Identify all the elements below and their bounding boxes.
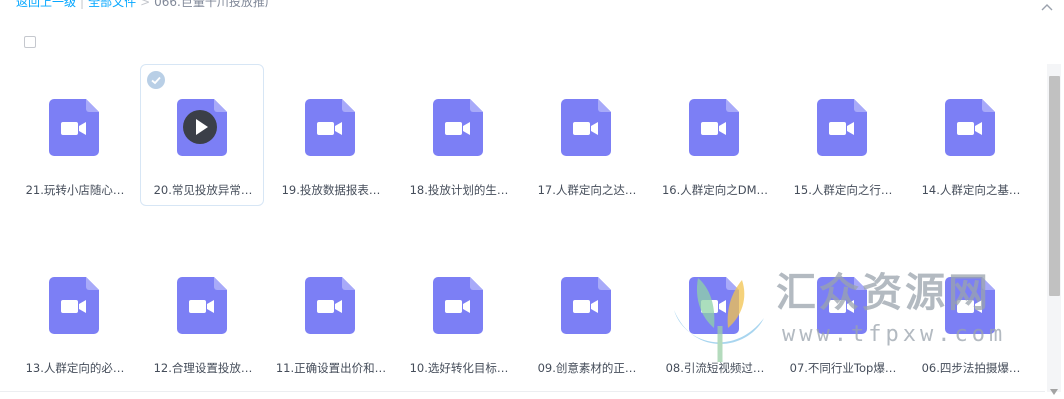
- file-item[interactable]: 17.人群定向之达…: [524, 64, 648, 206]
- file-item[interactable]: 18.投放计划的生…: [396, 64, 520, 206]
- file-item[interactable]: 12.合理设置投放…: [140, 242, 264, 384]
- file-item[interactable]: 20.常见投放异常…: [140, 64, 264, 206]
- select-all-checkbox[interactable]: [24, 36, 36, 48]
- file-item[interactable]: 07.不同行业Top爆…: [780, 242, 904, 384]
- file-item[interactable]: 19.投放数据报表…: [268, 64, 392, 206]
- file-name[interactable]: 11.正确设置出价和…: [269, 361, 393, 375]
- video-file-icon: [177, 277, 227, 334]
- file-name[interactable]: 12.合理设置投放…: [141, 361, 265, 375]
- video-file-icon: [817, 99, 867, 156]
- file-name[interactable]: 19.投放数据报表…: [269, 183, 393, 197]
- file-item[interactable]: 14.人群定向之基…: [908, 64, 1032, 206]
- video-file-icon: [689, 277, 739, 334]
- file-item[interactable]: 06.四步法拍摄爆…: [908, 242, 1032, 384]
- breadcrumb-separator: |: [80, 0, 85, 9]
- video-file-icon: [49, 277, 99, 334]
- video-file-icon: [689, 99, 739, 156]
- video-file-icon: [561, 277, 611, 334]
- file-name[interactable]: 09.创意素材的正…: [525, 361, 649, 375]
- file-name[interactable]: 20.常见投放异常…: [141, 183, 265, 197]
- scrollbar-thumb[interactable]: [1049, 76, 1060, 296]
- file-item[interactable]: 13.人群定向的必…: [12, 242, 136, 384]
- video-file-icon: [561, 99, 611, 156]
- video-file-icon: [817, 277, 867, 334]
- file-item[interactable]: 11.正确设置出价和…: [268, 242, 392, 384]
- file-item[interactable]: 08.引流短视频过…: [652, 242, 776, 384]
- divider: [0, 391, 1045, 392]
- video-file-icon: [49, 99, 99, 156]
- file-name[interactable]: 16.人群定向之DM…: [653, 183, 777, 197]
- file-grid: 21.玩转小店随心… 20.常见投放异常… 19.投放数据报表… 18.投放计划的生……: [12, 64, 1042, 384]
- collapse-chevron-icon[interactable]: [1040, 0, 1054, 11]
- file-item[interactable]: 09.创意素材的正…: [524, 242, 648, 384]
- file-name[interactable]: 13.人群定向的必…: [13, 361, 137, 375]
- file-item[interactable]: 21.玩转小店随心…: [12, 64, 136, 206]
- file-name[interactable]: 10.选好转化目标…: [397, 361, 521, 375]
- breadcrumb-arrow: >: [140, 0, 151, 9]
- video-file-icon: [433, 277, 483, 334]
- video-file-icon: [305, 99, 355, 156]
- selected-check-icon[interactable]: [147, 71, 165, 89]
- file-name[interactable]: 06.四步法拍摄爆…: [909, 361, 1033, 375]
- file-name[interactable]: 18.投放计划的生…: [397, 183, 521, 197]
- breadcrumb: 返回上一级 | 全部文件 >066.巨量千川投放推广: [16, 0, 277, 9]
- current-folder: 066.巨量千川投放推广: [154, 0, 277, 9]
- file-name[interactable]: 15.人群定向之行…: [781, 183, 905, 197]
- file-name[interactable]: 14.人群定向之基…: [909, 183, 1033, 197]
- video-file-icon: [433, 99, 483, 156]
- file-name[interactable]: 17.人群定向之达…: [525, 183, 649, 197]
- video-file-icon: [945, 99, 995, 156]
- all-files-link[interactable]: 全部文件: [88, 0, 136, 9]
- video-file-icon: [305, 277, 355, 334]
- file-item[interactable]: 10.选好转化目标…: [396, 242, 520, 384]
- file-name[interactable]: 08.引流短视频过…: [653, 361, 777, 375]
- scroll-down-arrow-icon[interactable]: [1050, 380, 1058, 395]
- play-icon[interactable]: [183, 110, 217, 144]
- file-name[interactable]: 21.玩转小店随心…: [13, 183, 137, 197]
- file-name[interactable]: 07.不同行业Top爆…: [781, 361, 905, 375]
- file-item[interactable]: 15.人群定向之行…: [780, 64, 904, 206]
- scroll-up-arrow-icon[interactable]: [1050, 67, 1058, 82]
- file-item[interactable]: 16.人群定向之DM…: [652, 64, 776, 206]
- video-file-icon: [945, 277, 995, 334]
- back-link[interactable]: 返回上一级: [16, 0, 76, 9]
